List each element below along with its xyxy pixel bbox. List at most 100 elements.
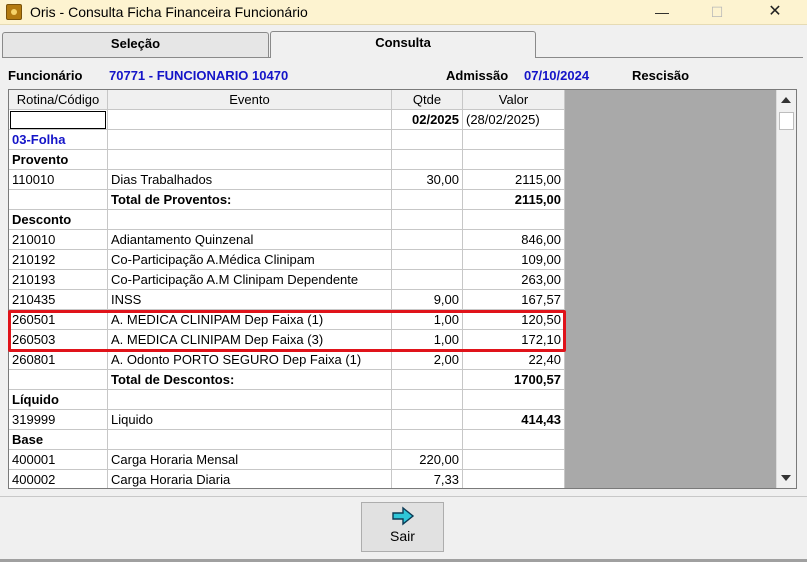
row-event: Dias Trabalhados (108, 170, 392, 189)
sair-button[interactable]: Sair (361, 502, 444, 552)
row-valor: 263,00 (463, 270, 565, 289)
table-row[interactable]: Total de Proventos: 2115,00 (9, 190, 565, 210)
row-code: 03-Folha (9, 130, 108, 149)
row-valor: 2115,00 (463, 170, 565, 189)
table-row[interactable]: 03-Folha (9, 130, 565, 150)
table-row[interactable]: Líquido (9, 390, 565, 410)
row-valor (463, 430, 565, 449)
grid-body: 03-Folha Provento 110010 Dias Trabalhados 30… (9, 130, 565, 488)
row-event: Total de Proventos: (108, 190, 392, 209)
row-qtde: 9,00 (392, 290, 463, 309)
row-qtde (392, 130, 463, 149)
table-row[interactable]: Total de Descontos: 1700,57 (9, 370, 565, 390)
sair-label: Sair (390, 528, 415, 544)
window-title: Oris - Consulta Ficha Financeira Funcion… (30, 4, 308, 20)
period-date: (28/02/2025) (463, 110, 565, 129)
table-row[interactable]: 210010 Adiantamento Quinzenal 846,00 (9, 230, 565, 250)
close-button[interactable]: ✕ (752, 0, 798, 25)
scroll-thumb[interactable] (779, 112, 794, 130)
row-code: 210193 (9, 270, 108, 289)
app-icon (6, 4, 22, 20)
row-code: 400001 (9, 450, 108, 469)
row-qtde (392, 190, 463, 209)
bottom-separator (0, 496, 807, 497)
row-code: 110010 (9, 170, 108, 189)
rescisao-label: Rescisão (632, 68, 690, 83)
grid-filter-row: 02/2025 (28/02/2025) (9, 110, 565, 130)
row-event (108, 390, 392, 409)
row-qtde: 30,00 (392, 170, 463, 189)
row-event: A. Odonto PORTO SEGURO Dep Faixa (1) (108, 350, 392, 369)
row-event: Co-Participação A.M Clinipam Dependente (108, 270, 392, 289)
row-event: Co-Participação A.Médica Clinipam (108, 250, 392, 269)
table-row[interactable]: Desconto (9, 210, 565, 230)
filter-cell[interactable] (9, 110, 108, 129)
row-valor: 1700,57 (463, 370, 565, 389)
row-code (9, 190, 108, 209)
row-valor (463, 390, 565, 409)
table-row[interactable]: 260501 A. MEDICA CLINIPAM Dep Faixa (1) 1,… (9, 310, 565, 330)
row-valor: 172,10 (463, 330, 565, 349)
row-code (9, 370, 108, 389)
row-valor (463, 470, 565, 488)
row-event: Carga Horaria Diaria (108, 470, 392, 488)
row-valor: 414,43 (463, 410, 565, 429)
row-qtde (392, 390, 463, 409)
row-qtde (392, 230, 463, 249)
table-row[interactable]: Base (9, 430, 565, 450)
row-valor: 120,50 (463, 310, 565, 329)
row-qtde (392, 430, 463, 449)
row-event (108, 210, 392, 229)
row-code: Líquido (9, 390, 108, 409)
admissao-value: 07/10/2024 (524, 68, 590, 83)
row-valor (463, 210, 565, 229)
row-qtde (392, 410, 463, 429)
header-evento[interactable]: Evento (108, 90, 392, 109)
table-row[interactable]: 210435 INSS 9,00 167,57 (9, 290, 565, 310)
row-code: Provento (9, 150, 108, 169)
table-row[interactable]: 400002 Carga Horaria Diaria 7,33 (9, 470, 565, 488)
row-event: Total de Descontos: (108, 370, 392, 389)
row-qtde (392, 150, 463, 169)
row-event: Carga Horaria Mensal (108, 450, 392, 469)
row-qtde: 7,33 (392, 470, 463, 488)
grid-table: Rotina/Código Evento Qtde Valor 02/2025 … (9, 90, 565, 488)
row-code: 319999 (9, 410, 108, 429)
filter-cell-event (108, 110, 392, 129)
row-qtde: 1,00 (392, 310, 463, 329)
funcionario-label: Funcionário (8, 68, 83, 83)
row-event: A. MEDICA CLINIPAM Dep Faixa (1) (108, 310, 392, 329)
minimize-button[interactable]: — (639, 0, 685, 25)
table-row[interactable]: 260801 A. Odonto PORTO SEGURO Dep Faixa (… (9, 350, 565, 370)
row-valor: 846,00 (463, 230, 565, 249)
table-row[interactable]: 210193 Co-Participação A.M Clinipam Depen… (9, 270, 565, 290)
header-rotina-codigo[interactable]: Rotina/Código (9, 90, 108, 109)
table-row[interactable]: 210192 Co-Participação A.Médica Clinipam 1… (9, 250, 565, 270)
row-event: A. MEDICA CLINIPAM Dep Faixa (3) (108, 330, 392, 349)
row-code: 210192 (9, 250, 108, 269)
vertical-scrollbar[interactable] (776, 90, 796, 488)
table-row[interactable]: Provento (9, 150, 565, 170)
table-row[interactable]: 319999 Liquido 414,43 (9, 410, 565, 430)
grid-header-row: Rotina/Código Evento Qtde Valor (9, 90, 565, 110)
table-row[interactable]: 260503 A. MEDICA CLINIPAM Dep Faixa (3) 1,… (9, 330, 565, 350)
scroll-down-icon[interactable] (781, 475, 791, 481)
header-qtde[interactable]: Qtde (392, 90, 463, 109)
period-month: 02/2025 (392, 110, 463, 129)
admissao-label: Admissão (446, 68, 509, 83)
row-code: 260501 (9, 310, 108, 329)
row-event: INSS (108, 290, 392, 309)
table-row[interactable]: 110010 Dias Trabalhados 30,00 2115,00 (9, 170, 565, 190)
table-row[interactable]: 400001 Carga Horaria Mensal 220,00 (9, 450, 565, 470)
header-valor[interactable]: Valor (463, 90, 565, 109)
row-event (108, 430, 392, 449)
row-qtde (392, 250, 463, 269)
row-code: 210010 (9, 230, 108, 249)
tab-consulta[interactable]: Consulta (270, 31, 536, 58)
maximize-button[interactable]: ☐ (694, 0, 740, 25)
financial-grid[interactable]: Rotina/Código Evento Qtde Valor 02/2025 … (8, 89, 797, 489)
row-code: 260801 (9, 350, 108, 369)
scroll-up-icon[interactable] (781, 97, 791, 103)
code-filter-input[interactable] (10, 111, 106, 129)
tab-selecao[interactable]: Seleção (2, 32, 269, 57)
